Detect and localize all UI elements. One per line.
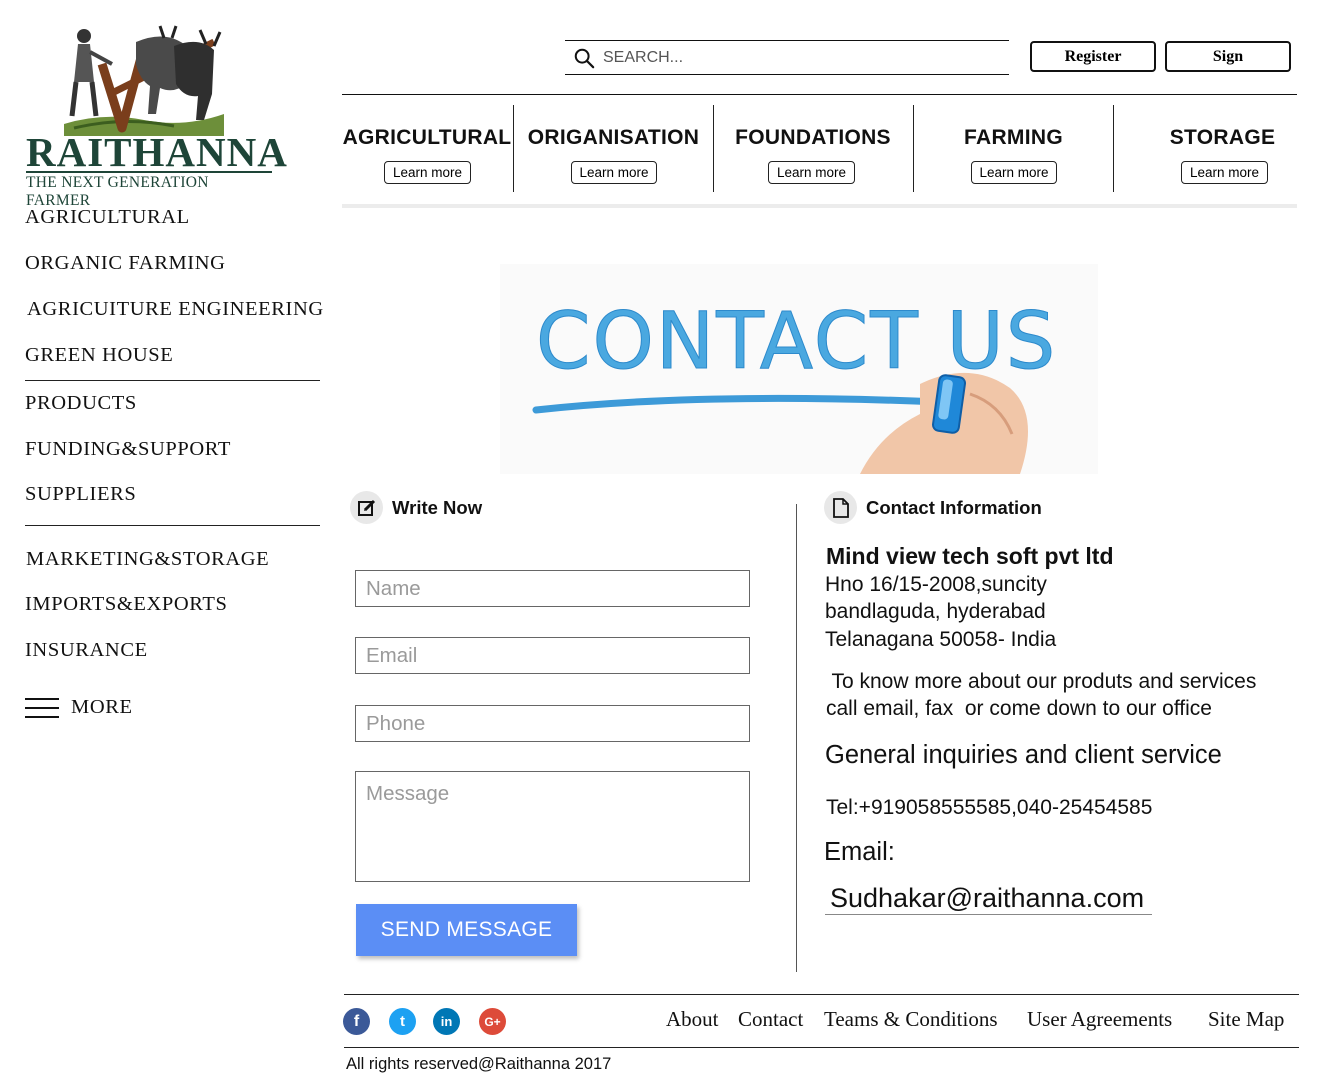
category-title: FOUNDATIONS (735, 126, 891, 149)
sidebar-item-suppliers[interactable]: SUPPLIERS (25, 483, 136, 506)
category-title: STORAGE (1169, 126, 1276, 149)
address-line: Hno 16/15-2008,suncity (825, 573, 1047, 596)
address-line: Telanagana 50058- India (825, 628, 1057, 651)
about-text: To know more about our produts and servi… (826, 670, 1257, 693)
write-now-header: Write Now (350, 491, 482, 524)
sidebar-item-insurance[interactable]: INSURANCE (25, 639, 148, 662)
category-foundations: FOUNDATIONS Learn more (714, 105, 912, 192)
section-divider (796, 504, 797, 972)
farmer-ploughing-logo-icon (64, 25, 224, 136)
contact-us-banner-graphic: CONTACT US (532, 297, 1057, 474)
email-link[interactable]: Sudhakar@raithanna.com (825, 883, 1153, 915)
brand-name: RAITHANNA (26, 129, 288, 175)
category-storage: STORAGE Learn more (1114, 105, 1297, 192)
search-input[interactable] (603, 48, 983, 67)
footer-link-site-map[interactable]: Site Map (1208, 1007, 1284, 1032)
learn-more-button[interactable]: Learn more (971, 161, 1057, 184)
sidebar-item-imports-exports[interactable]: IMPORTS&EXPORTS (25, 593, 227, 616)
telephone-number: Tel:+919058555585,040-25454585 (826, 796, 1153, 819)
learn-more-button[interactable]: Learn more (384, 161, 471, 184)
category-title: ORIGANISATION (527, 126, 700, 149)
category-agricultural: AGRICULTURAL Learn more (342, 105, 512, 192)
sidebar-item-green-house[interactable]: GREEN HOUSE (25, 344, 173, 367)
category-title: FARMING (964, 126, 1063, 149)
banner-text: CONTACT US (536, 297, 1057, 387)
sidebar-item-organic-farming[interactable]: ORGANIC FARMING (25, 252, 226, 275)
sidebar-item-agricultural[interactable]: AGRICULTURAL (25, 206, 190, 229)
footer-link-user-agreements[interactable]: User Agreements (1027, 1007, 1172, 1032)
brand-logo[interactable]: RAITHANNA THE NEXT GENERATION FARMER (24, 24, 287, 209)
footer-link-terms[interactable]: Teams & Conditions (824, 1007, 998, 1032)
sidebar-item-products[interactable]: PRODUCTS (25, 392, 137, 415)
search-bar (565, 40, 1009, 75)
nav-bottom-rule (342, 204, 1297, 208)
footer-link-contact[interactable]: Contact (738, 1007, 803, 1032)
sidebar-divider (25, 525, 320, 526)
company-name: Mind view tech soft pvt ltd (826, 543, 1114, 569)
header-rule (342, 94, 1297, 95)
name-field[interactable] (355, 570, 750, 607)
twitter-icon[interactable]: t (389, 1008, 416, 1035)
general-inquiries-heading: General inquiries and client service (825, 741, 1222, 769)
contact-information-title: Contact Information (866, 496, 1042, 518)
linkedin-icon[interactable]: in (433, 1008, 460, 1035)
category-farming: FARMING Learn more (914, 105, 1113, 192)
document-icon (824, 491, 857, 524)
hamburger-menu-icon (25, 697, 59, 718)
learn-more-button[interactable]: Learn more (1181, 161, 1268, 184)
learn-more-button[interactable]: Learn more (571, 161, 657, 184)
copyright-text: All rights reserved@Raithanna 2017 (346, 1055, 612, 1073)
phone-field[interactable] (355, 705, 750, 742)
more-label: MORE (71, 696, 133, 718)
sidebar-item-agriculture-engineering[interactable]: AGRICUITURE ENGINEERING (27, 298, 324, 321)
footer-link-about[interactable]: About (666, 1007, 719, 1032)
sidebar-divider (25, 380, 320, 381)
learn-more-button[interactable]: Learn more (768, 161, 855, 184)
sign-button[interactable]: Sign (1165, 41, 1291, 72)
email-label: Email: (824, 838, 895, 866)
category-origanisation: ORIGANISATION Learn more (514, 105, 713, 192)
footer-rule (344, 994, 1299, 995)
facebook-icon[interactable]: f (343, 1008, 370, 1035)
email-field[interactable] (355, 637, 750, 674)
sidebar-item-marketing-storage[interactable]: MARKETING&STORAGE (26, 548, 269, 571)
google-plus-icon[interactable]: G+ (479, 1008, 506, 1035)
register-button[interactable]: Register (1030, 41, 1156, 72)
brand-tagline: THE NEXT GENERATION FARMER (26, 171, 272, 210)
send-message-button[interactable]: SEND MESSAGE (356, 904, 577, 956)
address-line: bandlaguda, hyderabad (825, 600, 1046, 623)
more-menu-button[interactable]: MORE (25, 696, 133, 719)
write-now-title: Write Now (392, 496, 483, 518)
category-title: AGRICULTURAL (342, 126, 512, 149)
contact-us-banner: CONTACT US (500, 264, 1098, 474)
edit-icon (350, 491, 383, 524)
message-field[interactable] (355, 771, 750, 882)
footer-rule (344, 1047, 1299, 1048)
about-text: call email, fax or come down to our offi… (826, 697, 1212, 720)
contact-information-header: Contact Information (824, 491, 1042, 524)
search-icon[interactable] (573, 47, 595, 69)
sidebar-item-funding-support[interactable]: FUNDING&SUPPORT (25, 438, 231, 461)
